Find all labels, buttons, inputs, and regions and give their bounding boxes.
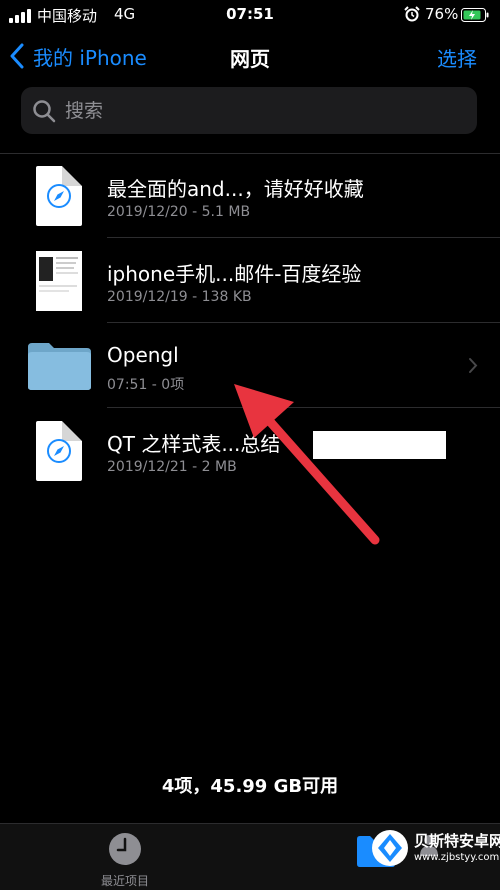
redaction-box	[313, 431, 446, 459]
safari-document-icon	[36, 421, 82, 481]
tab-recents[interactable]: 最近项目	[90, 832, 160, 889]
folder-name: Opengl	[107, 343, 179, 367]
tab-recents-label: 最近项目	[100, 874, 149, 888]
clock-icon	[109, 833, 141, 865]
webpage-thumbnail	[36, 251, 82, 311]
alarm-icon	[404, 6, 420, 22]
list-item[interactable]: 最全面的and...，请好好收藏 2019/12/20 - 5.1 MB	[0, 153, 500, 238]
safari-document-icon	[36, 166, 82, 226]
file-meta: 2019/12/21 - 2 MB	[107, 459, 237, 475]
status-bar: 中国移动 4G 07:51 76%	[0, 0, 500, 30]
watermark-url: www.zjbstyy.com	[414, 852, 500, 863]
search-bar[interactable]	[21, 87, 477, 134]
battery-charging-icon	[461, 8, 489, 22]
file-meta: 2019/12/19 - 138 KB	[107, 289, 252, 305]
search-input[interactable]	[63, 98, 467, 123]
chevron-right-icon	[469, 358, 478, 373]
file-name: iphone手机...邮件-百度经验	[107, 262, 362, 286]
storage-summary: 4项，45.99 GB可用	[161, 776, 339, 797]
file-name: QT 之样式表...总结 -	[107, 432, 294, 456]
list-item[interactable]: iphone手机...邮件-百度经验 2019/12/19 - 138 KB	[0, 238, 500, 323]
folder-icon	[28, 343, 91, 390]
page-title: 网页	[230, 47, 270, 71]
search-icon	[33, 99, 56, 122]
file-meta: 07:51 - 0项	[107, 377, 185, 393]
list-item[interactable]: Opengl 07:51 - 0项	[0, 323, 500, 408]
select-button[interactable]: 选择	[437, 43, 477, 72]
file-name: 最全面的and...，请好好收藏	[107, 177, 364, 201]
watermark-title: 贝斯特安卓网	[414, 832, 500, 850]
watermark-badge-icon	[372, 830, 408, 866]
file-meta: 2019/12/20 - 5.1 MB	[107, 204, 251, 220]
battery-percent: 76%	[425, 5, 459, 23]
watermark-logo: 贝斯特安卓网 www.zjbstyy.com	[370, 828, 500, 884]
